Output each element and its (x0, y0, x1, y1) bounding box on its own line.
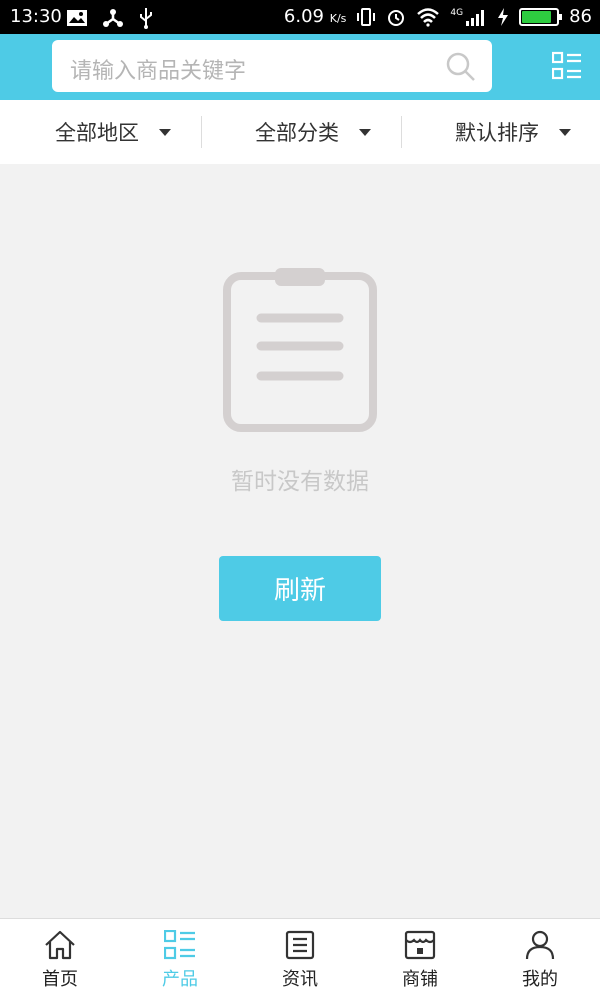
status-left-icons (66, 7, 154, 29)
network-speed: 6.09 K/s (283, 6, 347, 27)
filter-category-label: 全部分类 (255, 121, 339, 145)
share-icon (103, 9, 123, 27)
tab-home[interactable]: 首页 (0, 919, 120, 1000)
top-bar: 请输入商品关键字 (0, 34, 600, 100)
search-placeholder: 请输入商品关键字 (70, 59, 247, 84)
filter-divider (201, 116, 202, 148)
tab-label: 资讯 (282, 969, 318, 990)
tab-products[interactable]: 产品 (120, 919, 240, 1000)
dropdown-caret-icon (359, 128, 371, 136)
user-icon (525, 930, 555, 960)
clipboard-icon (223, 268, 377, 432)
signal-indicator: 4G (450, 8, 487, 26)
bottom-tab-bar: 首页 产品 资讯 商铺 我的 (0, 918, 600, 1000)
refresh-button[interactable]: 刷新 (219, 556, 381, 621)
tab-news[interactable]: 资讯 (240, 919, 360, 1000)
usb-icon (140, 8, 152, 29)
filter-bar: 全部地区 全部分类 默认排序 (0, 100, 600, 164)
empty-message: 暂时没有数据 (231, 469, 369, 495)
dropdown-caret-icon (159, 128, 171, 136)
shop-icon (404, 930, 436, 960)
grid-list-icon (164, 930, 195, 960)
status-right-icons: 6.09 K/s 4G 86 (284, 6, 592, 27)
wifi-icon (417, 7, 440, 27)
dropdown-caret-icon (559, 128, 571, 136)
tab-label: 我的 (522, 969, 558, 990)
filter-region-label: 全部地区 (55, 121, 139, 145)
tab-label: 产品 (162, 969, 198, 990)
news-icon (285, 930, 315, 960)
status-bar: 13:30 6.09 K/s 4G 86 (0, 0, 600, 34)
alarm-icon (388, 9, 405, 26)
home-icon (45, 930, 75, 960)
battery-icon (519, 7, 563, 26)
tab-profile[interactable]: 我的 (480, 919, 600, 1000)
filter-category[interactable]: 全部分类 (255, 100, 371, 164)
filter-region[interactable]: 全部地区 (55, 100, 171, 164)
search-input[interactable]: 请输入商品关键字 (52, 40, 492, 92)
status-time: 13:30 (10, 6, 62, 27)
category-menu-icon[interactable] (552, 51, 582, 81)
filter-divider (401, 116, 402, 148)
charging-icon (498, 7, 509, 26)
tab-label: 首页 (42, 969, 78, 990)
tab-label: 商铺 (402, 969, 438, 990)
signal-icon (466, 9, 485, 26)
battery-percent: 86 (569, 6, 592, 27)
filter-sort[interactable]: 默认排序 (455, 100, 571, 164)
filter-sort-label: 默认排序 (455, 121, 539, 145)
image-notification-icon (67, 10, 87, 26)
vibrate-icon (357, 7, 376, 26)
search-icon[interactable] (446, 52, 476, 82)
tab-shop[interactable]: 商铺 (360, 919, 480, 1000)
